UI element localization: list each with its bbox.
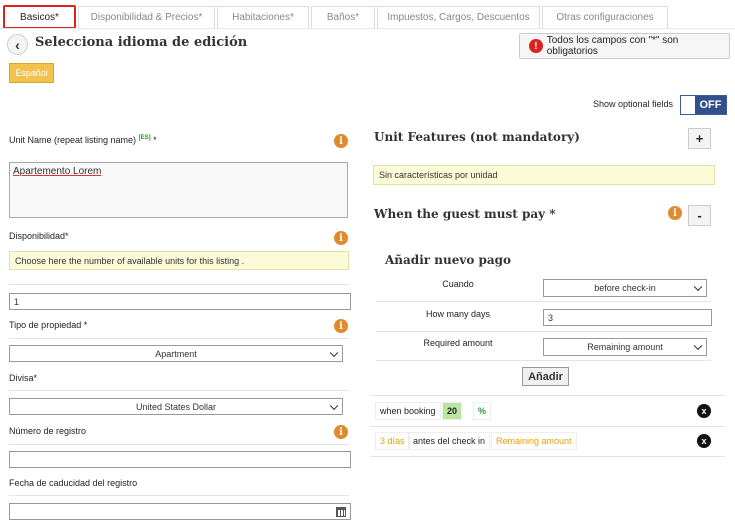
alert-icon: !: [529, 39, 543, 53]
tab-banos[interactable]: Baños*: [311, 6, 375, 28]
tab-otras-configuraciones[interactable]: Otras configuraciones: [542, 6, 668, 28]
registration-expiry-input[interactable]: [9, 503, 351, 520]
divider: [9, 284, 349, 285]
amount-label: Required amount: [423, 338, 493, 348]
language-button[interactable]: Español: [9, 63, 54, 83]
days-input[interactable]: 3: [543, 309, 712, 326]
tab-impuestos[interactable]: Impuestos, Cargos, Descuentos: [377, 6, 540, 28]
optional-fields-toggle[interactable]: OFF: [680, 95, 727, 115]
currency-select[interactable]: United States Dollar: [9, 398, 343, 415]
close-icon[interactable]: x: [697, 404, 711, 418]
divider: [9, 338, 349, 339]
tab-habitaciones[interactable]: Habitaciones*: [217, 6, 309, 28]
payment-row-days: 3 días: [375, 432, 410, 450]
payment-row: 3 días antes del check in Remaining amou…: [375, 432, 725, 450]
tab-divider: [0, 28, 735, 29]
page-title: Selecciona idioma de edición: [35, 35, 248, 50]
payment-row-amount: Remaining amount: [491, 432, 577, 450]
property-type-label: Tipo de propiedad *: [9, 320, 88, 330]
info-icon[interactable]: i: [668, 206, 682, 220]
info-icon[interactable]: i: [334, 231, 348, 245]
chevron-down-icon: [329, 401, 339, 410]
chevron-left-icon: ‹: [15, 36, 20, 53]
divider: [370, 456, 725, 457]
chevron-down-icon: [693, 282, 703, 292]
new-payment-title: Añadir nuevo pago: [385, 253, 512, 267]
amount-select[interactable]: Remaining amount: [543, 338, 707, 356]
divider: [9, 444, 349, 445]
payment-row-when: when booking: [375, 402, 441, 420]
add-payment-button[interactable]: Añadir: [522, 367, 569, 386]
features-title: Unit Features (not mandatory): [374, 130, 580, 144]
registration-expiry-label: Fecha de caducidad del registro: [9, 478, 138, 488]
currency-label: Divisa*: [9, 373, 38, 383]
divider: [370, 395, 725, 396]
payment-row-value: 20: [442, 402, 463, 420]
chevron-down-icon: [329, 348, 339, 357]
toggle-state: OFF: [699, 99, 722, 111]
lang-tag: [ES]: [138, 135, 151, 141]
toggle-knob: [681, 96, 695, 114]
tab-disponibilidad-precios[interactable]: Disponibilidad & Precios*: [78, 6, 215, 28]
payment-row-unit: %: [473, 402, 492, 420]
features-empty: Sin características por unidad: [373, 165, 715, 185]
divider: [376, 301, 711, 302]
availability-hint: Choose here the number of available unit…: [9, 251, 349, 270]
tab-basicos[interactable]: Basicos*: [3, 5, 76, 29]
add-feature-button[interactable]: +: [688, 128, 711, 149]
when-select[interactable]: before check-in: [543, 279, 707, 297]
payment-row: when booking 20 %: [375, 402, 725, 420]
info-icon[interactable]: i: [334, 134, 348, 148]
divider: [9, 495, 349, 496]
close-icon[interactable]: x: [697, 434, 711, 448]
divider: [376, 360, 711, 361]
divider: [376, 331, 711, 332]
registration-label: Número de registro: [9, 426, 87, 436]
property-type-select[interactable]: Apartment: [9, 345, 343, 362]
registration-input[interactable]: [9, 451, 351, 468]
required-notice: ! Todos los campos con "*" son obligator…: [519, 33, 730, 59]
remove-payment-button[interactable]: -: [688, 205, 711, 226]
divider: [370, 426, 725, 427]
when-label: Cuando: [442, 279, 474, 289]
availability-input[interactable]: 1: [9, 293, 351, 310]
required-notice-text: Todos los campos con "*" son obligatorio…: [546, 35, 679, 57]
back-button[interactable]: ‹: [7, 34, 28, 55]
info-icon[interactable]: i: [334, 319, 348, 333]
optional-fields-label: Show optional fields: [593, 99, 674, 109]
divider: [9, 390, 349, 391]
unit-name-textarea[interactable]: Apartemento Lorem: [9, 162, 348, 218]
unit-name-label: Unit Name (repeat listing name) [ES] *: [9, 135, 157, 145]
calendar-icon[interactable]: [336, 507, 346, 517]
availability-label: Disponibilidad*: [9, 231, 69, 241]
days-label: How many days: [425, 309, 491, 319]
payment-title: When the guest must pay *: [374, 207, 556, 221]
payment-row-when: antes del check in: [408, 432, 491, 450]
chevron-down-icon: [693, 341, 703, 351]
info-icon[interactable]: i: [334, 425, 348, 439]
